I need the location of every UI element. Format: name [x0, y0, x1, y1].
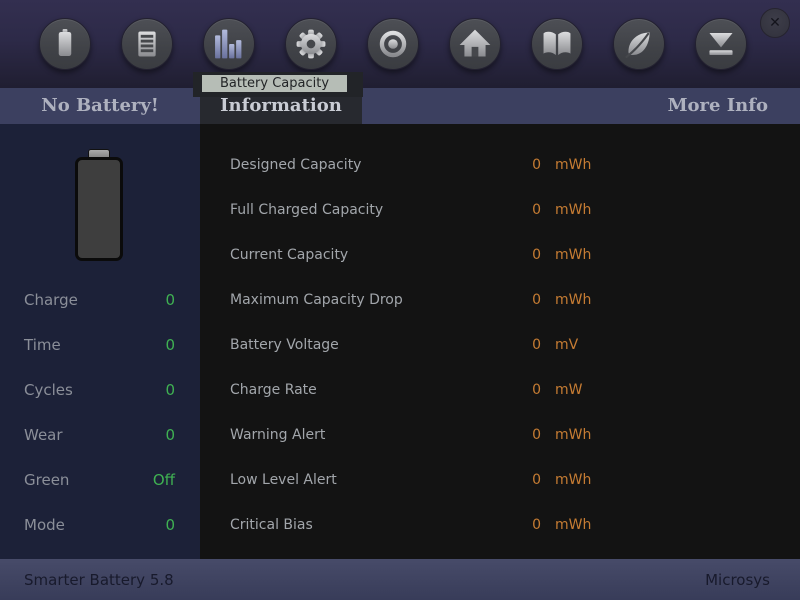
info-label: Maximum Capacity Drop — [230, 278, 511, 323]
info-value: 0 — [511, 143, 541, 188]
info-unit: mWh — [555, 233, 595, 278]
app-title: Smarter Battery 5.8 — [24, 571, 174, 589]
info-label: Charge Rate — [230, 368, 511, 413]
leaf-icon — [614, 18, 664, 70]
info-unit: mWh — [555, 413, 595, 458]
info-unit: mWh — [555, 503, 595, 548]
stat-row-mode: Mode 0 — [0, 503, 200, 548]
monitor-button[interactable] — [367, 18, 419, 70]
stat-value: 0 — [165, 503, 175, 548]
battery-stats: Charge 0 Time 0 Cycles 0 Wear 0 Green Of… — [0, 278, 200, 548]
info-label: Critical Bias — [230, 503, 511, 548]
stat-label: Charge — [24, 278, 78, 323]
info-value: 0 — [511, 323, 541, 368]
sidebar: Charge 0 Time 0 Cycles 0 Wear 0 Green Of… — [0, 124, 200, 559]
tab-bar: No Battery! Information More Info — [0, 88, 800, 124]
stat-row-charge: Charge 0 — [0, 278, 200, 323]
toolbar: ✕ — [0, 0, 800, 88]
info-row-battery-voltage: Battery Voltage 0 mV — [200, 323, 800, 368]
info-label: Warning Alert — [230, 413, 511, 458]
status-bar: Smarter Battery 5.8 Microsys — [0, 559, 800, 600]
info-value: 0 — [511, 368, 541, 413]
info-row-charge-rate: Charge Rate 0 mW — [200, 368, 800, 413]
discharge-button[interactable] — [695, 18, 747, 70]
info-row-low-level-alert: Low Level Alert 0 mWh — [200, 458, 800, 503]
stat-label: Green — [24, 458, 69, 503]
info-unit: mV — [555, 323, 595, 368]
info-value: 0 — [511, 413, 541, 458]
info-row-critical-bias: Critical Bias 0 mWh — [200, 503, 800, 548]
info-unit: mWh — [555, 143, 595, 188]
report-button[interactable] — [121, 18, 173, 70]
tab-more-info[interactable]: More Info — [668, 88, 800, 124]
info-unit: mWh — [555, 458, 595, 503]
battery-button[interactable] — [39, 18, 91, 70]
info-row-current-capacity: Current Capacity 0 mWh — [200, 233, 800, 278]
funnel-icon — [696, 18, 746, 70]
info-value: 0 — [511, 503, 541, 548]
record-icon — [368, 18, 418, 70]
battery-graphic — [75, 149, 123, 261]
stat-row-time: Time 0 — [0, 323, 200, 368]
stat-row-cycles: Cycles 0 — [0, 368, 200, 413]
vendor-name: Microsys — [705, 571, 770, 589]
app-window: ✕ No Battery! Information More Info Batt… — [0, 0, 800, 600]
info-label: Full Charged Capacity — [230, 188, 511, 233]
info-value: 0 — [511, 458, 541, 503]
green-mode-button[interactable] — [613, 18, 665, 70]
stat-row-green: Green Off — [0, 458, 200, 503]
battery-capacity-tooltip: Battery Capacity — [202, 75, 347, 92]
information-panel: Designed Capacity 0 mWh Full Charged Cap… — [200, 124, 800, 559]
close-button[interactable]: ✕ — [760, 8, 790, 38]
info-row-warning-alert: Warning Alert 0 mWh — [200, 413, 800, 458]
info-label: Designed Capacity — [230, 143, 511, 188]
info-value: 0 — [511, 278, 541, 323]
info-unit: mWh — [555, 188, 595, 233]
book-icon — [532, 18, 582, 70]
manual-button[interactable] — [531, 18, 583, 70]
stat-label: Cycles — [24, 368, 73, 413]
home-icon — [450, 18, 500, 70]
info-unit: mWh — [555, 278, 595, 323]
stat-label: Wear — [24, 413, 63, 458]
stat-row-wear: Wear 0 — [0, 413, 200, 458]
stat-value: 0 — [165, 368, 175, 413]
report-icon — [122, 18, 172, 70]
stat-label: Mode — [24, 503, 65, 548]
gear-icon — [286, 18, 336, 70]
battery-body — [75, 157, 123, 261]
close-icon: ✕ — [769, 16, 781, 30]
info-label: Battery Voltage — [230, 323, 511, 368]
battery-icon — [40, 18, 90, 70]
stat-value: 0 — [165, 413, 175, 458]
stat-value: 0 — [165, 278, 175, 323]
info-label: Current Capacity — [230, 233, 511, 278]
tab-no-battery[interactable]: No Battery! — [0, 88, 200, 124]
capacity-chart-button[interactable] — [203, 18, 255, 70]
settings-button[interactable] — [285, 18, 337, 70]
info-row-maximum-capacity-drop: Maximum Capacity Drop 0 mWh — [200, 278, 800, 323]
stat-label: Time — [24, 323, 61, 368]
info-row-designed-capacity: Designed Capacity 0 mWh — [200, 143, 800, 188]
info-label: Low Level Alert — [230, 458, 511, 503]
stat-value: 0 — [165, 323, 175, 368]
info-value: 0 — [511, 188, 541, 233]
stat-value: Off — [153, 458, 175, 503]
info-row-full-charged-capacity: Full Charged Capacity 0 mWh — [200, 188, 800, 233]
info-value: 0 — [511, 233, 541, 278]
home-button[interactable] — [449, 18, 501, 70]
info-unit: mW — [555, 368, 595, 413]
chart-icon — [204, 18, 254, 70]
